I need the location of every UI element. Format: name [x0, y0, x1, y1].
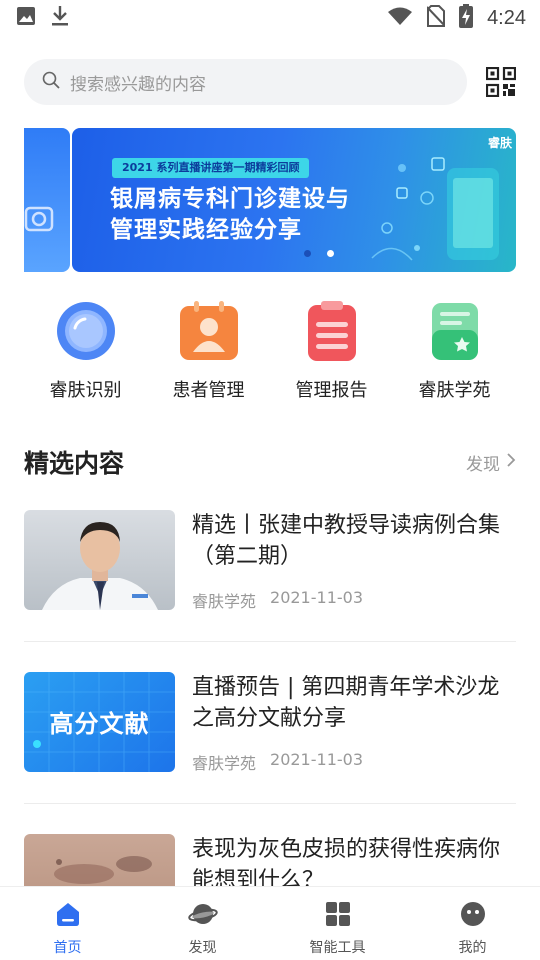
quick-link-patient-management[interactable]: 患者管理: [147, 300, 270, 402]
article-item[interactable]: 高分文献 直播预告 | 第四期青年学术沙龙之高分文献分享 睿肤学苑 2021-1…: [24, 672, 516, 804]
quick-link-management-report[interactable]: 管理报告: [270, 300, 393, 402]
quick-link-label: 患者管理: [172, 380, 245, 401]
quick-link-skin-recognition[interactable]: 睿肤识别: [24, 300, 147, 402]
search-icon: [42, 71, 60, 93]
grid-icon: [325, 901, 351, 931]
featured-section-header: 精选内容 发现: [24, 444, 516, 480]
thumbnail-text: 高分文献: [49, 710, 150, 738]
tab-discover[interactable]: 发现: [135, 887, 270, 960]
banner-logo: 睿肤: [487, 136, 512, 150]
status-time: 4:24: [487, 6, 526, 29]
image-icon: [16, 6, 36, 30]
lens-icon: [55, 300, 117, 362]
banner-title-line: 管理实践经验分享: [110, 217, 302, 243]
home-icon: [55, 901, 81, 931]
banner-slide[interactable]: 2021 系列直播讲座第一期精彩回顾 银屑病专科门诊建设与 管理实践经验分享 睿…: [72, 128, 516, 272]
article-title: 直播预告 | 第四期青年学术沙龙之高分文献分享: [192, 675, 500, 731]
banner-dot[interactable]: [304, 250, 311, 257]
tab-label: 首页: [53, 940, 82, 956]
quick-link-label: 睿肤学苑: [418, 380, 491, 401]
article-date: 2021-11-03: [270, 750, 363, 769]
banner-title-line: 银屑病专科门诊建设与: [110, 186, 350, 212]
banner-carousel[interactable]: 2021 系列直播讲座第一期精彩回顾 银屑病专科门诊建设与 管理实践经验分享 睿…: [24, 128, 516, 272]
book-icon: [424, 300, 486, 362]
chevron-right-icon: [506, 452, 516, 473]
tab-home[interactable]: 首页: [0, 887, 135, 960]
wifi-icon: [387, 6, 413, 30]
bottom-tab-bar: 首页 发现 智能工具 我的: [0, 886, 540, 960]
banner-pagination: [304, 250, 334, 257]
search-input[interactable]: 搜索感兴趣的内容: [24, 59, 467, 105]
no-sim-icon: [426, 5, 446, 31]
qr-code-icon[interactable]: [485, 66, 517, 98]
article-thumbnail: 高分文献: [24, 672, 175, 772]
article-thumbnail: [24, 510, 175, 610]
patient-icon: [178, 300, 240, 362]
article-source: 睿肤学苑: [192, 592, 257, 611]
search-placeholder: 搜索感兴趣的内容: [70, 74, 206, 95]
doctor-photo: [42, 522, 158, 610]
banner-tag: 2021 系列直播讲座第一期精彩回顾: [112, 158, 310, 178]
article-date: 2021-11-03: [270, 588, 363, 607]
more-label: 发现: [466, 454, 500, 475]
discover-more-link[interactable]: 发现: [466, 450, 516, 475]
article-meta: 睿肤学苑 2021-11-03: [192, 750, 363, 774]
quick-links: 睿肤识别 患者管理 管理报告 睿肤学苑: [24, 300, 516, 402]
article-body: 直播预告 | 第四期青年学术沙龙之高分文献分享 睿肤学苑 2021-11-03: [192, 672, 516, 803]
banner-dot-active[interactable]: [327, 250, 334, 257]
article-body: 精选丨张建中教授导读病例合集（第二期） 睿肤学苑 2021-11-03: [192, 510, 516, 641]
quick-link-academy[interactable]: 睿肤学苑: [393, 300, 516, 402]
tab-label: 发现: [188, 940, 217, 956]
tab-label: 智能工具: [309, 940, 366, 956]
planet-icon: [187, 901, 218, 931]
section-title: 精选内容: [24, 449, 125, 478]
user-icon: [460, 901, 486, 931]
quick-link-label: 睿肤识别: [49, 380, 122, 401]
article-item[interactable]: 精选丨张建中教授导读病例合集（第二期） 睿肤学苑 2021-11-03: [24, 510, 516, 642]
clipboard-icon: [301, 300, 363, 362]
banner-prev-slide[interactable]: [24, 128, 70, 272]
tab-smart-tools[interactable]: 智能工具: [270, 887, 405, 960]
download-icon: [50, 5, 70, 31]
article-source: 睿肤学苑: [192, 754, 257, 773]
banner-title: 银屑病专科门诊建设与 管理实践经验分享: [110, 184, 350, 246]
quick-link-label: 管理报告: [295, 380, 368, 401]
tab-me[interactable]: 我的: [405, 887, 540, 960]
tab-label: 我的: [458, 940, 487, 956]
article-meta: 睿肤学苑 2021-11-03: [192, 588, 363, 612]
search-row: 搜索感兴趣的内容: [24, 58, 517, 106]
status-bar: 4:24: [0, 0, 540, 36]
battery-charging-icon: [459, 4, 474, 32]
article-title: 精选丨张建中教授导读病例合集（第二期）: [192, 513, 501, 569]
